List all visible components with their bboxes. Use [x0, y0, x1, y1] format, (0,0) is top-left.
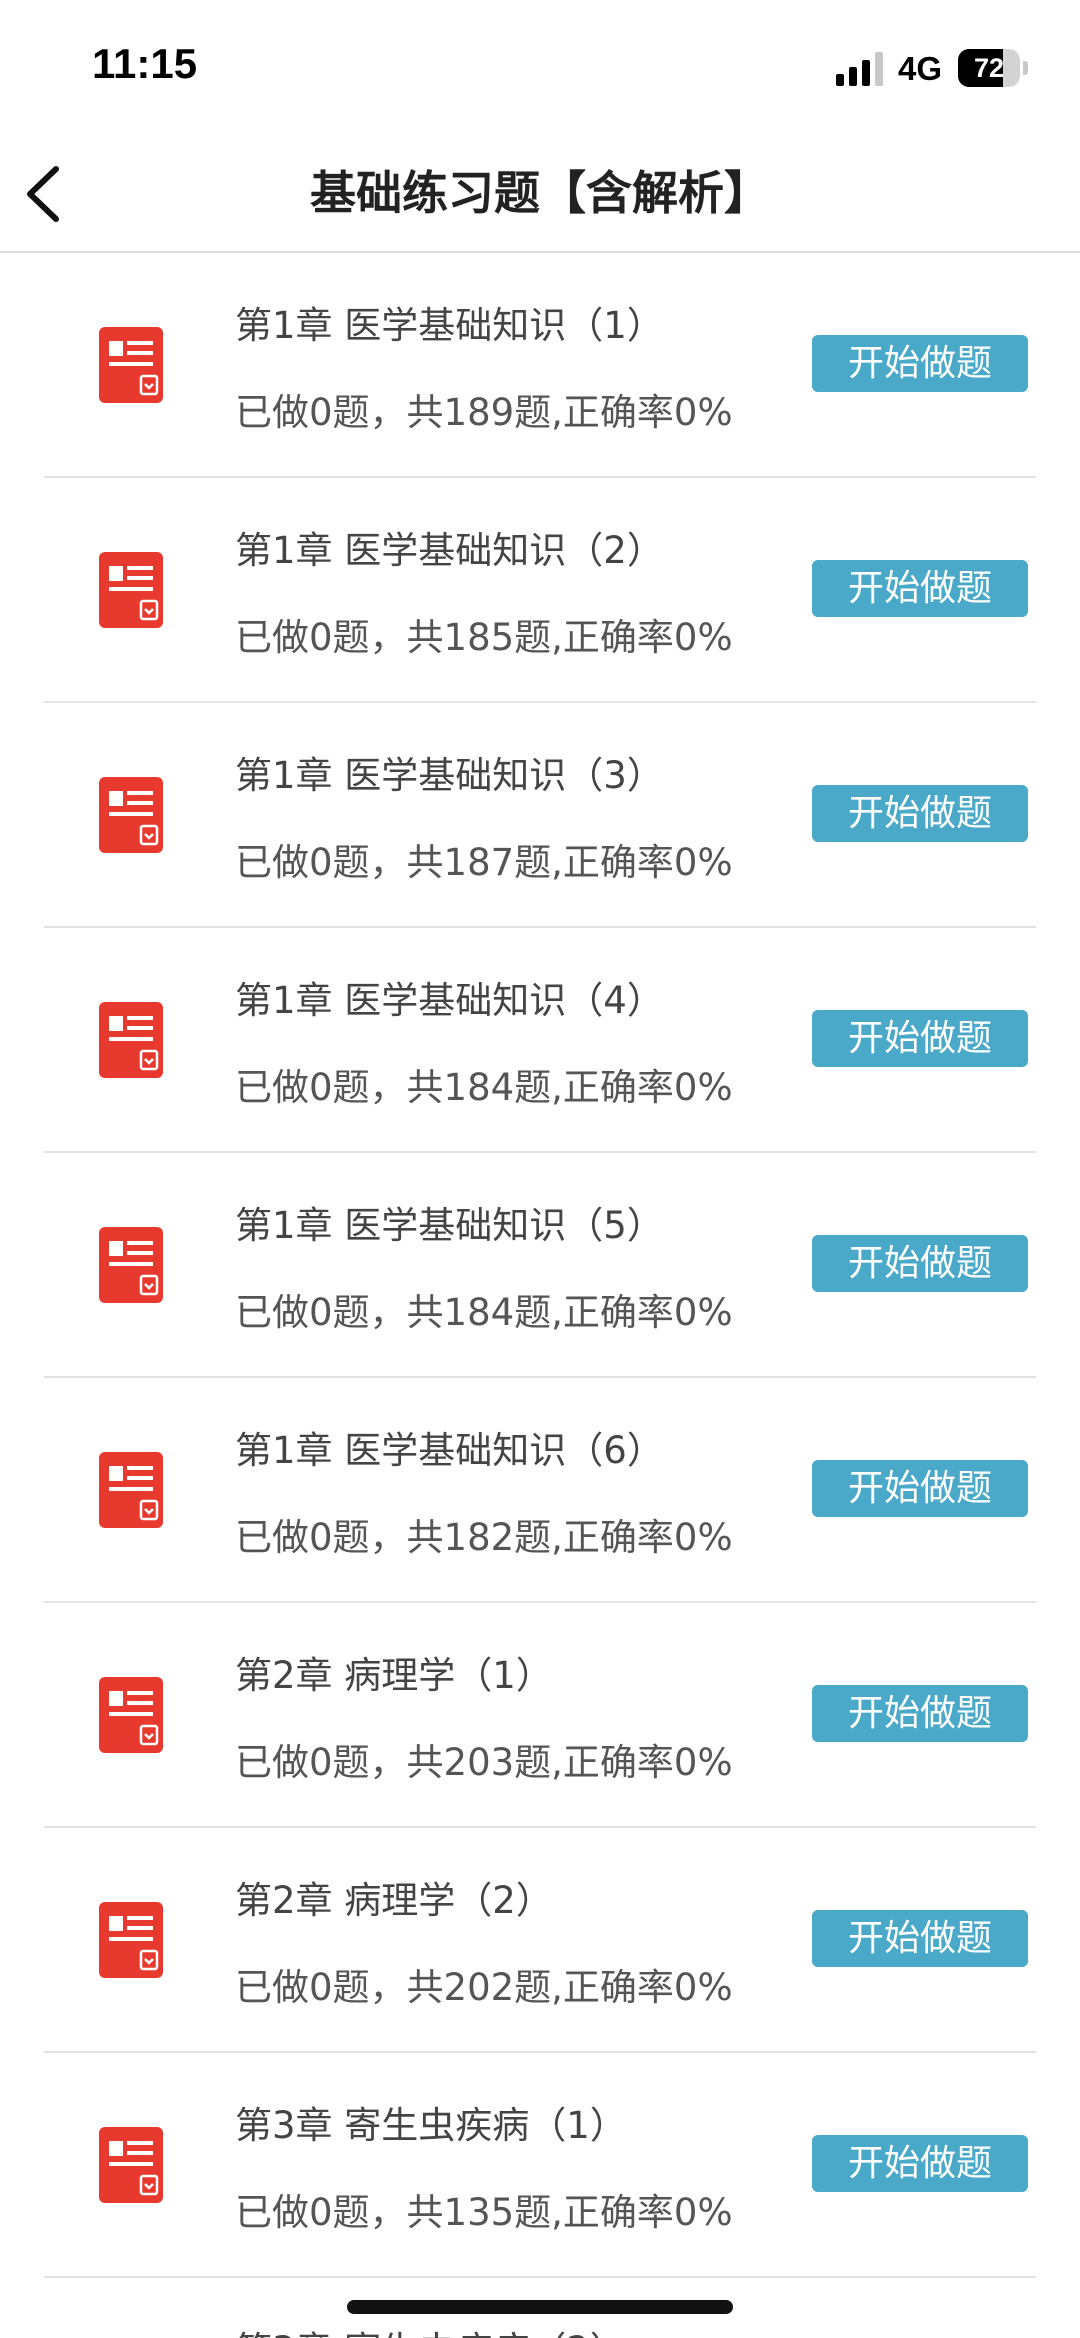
chapter-title: 第1章 医学基础知识（3） — [235, 754, 664, 797]
list-item[interactable]: 第1章 医学基础知识（3） 已做0题，共187题,正确率0% 开始做题 — [44, 703, 1036, 928]
home-indicator[interactable] — [347, 2300, 733, 2314]
start-practice-button[interactable]: 开始做题 — [812, 1235, 1028, 1292]
back-arrow-icon[interactable] — [14, 157, 84, 231]
chapter-title: 第1章 医学基础知识（5） — [235, 1204, 664, 1247]
exercise-list: 第1章 医学基础知识（1） 已做0题，共189题,正确率0% 开始做题 第1章 … — [0, 253, 1080, 2338]
list-item[interactable]: 第2章 病理学（1） 已做0题，共203题,正确率0% 开始做题 — [44, 1603, 1036, 1828]
chapter-title: 第3章 寄生虫疾病（2） — [235, 2320, 627, 2338]
exercise-document-icon — [99, 777, 163, 853]
progress-text: 已做0题，共184题,正确率0% — [235, 1291, 733, 1334]
start-practice-button[interactable]: 开始做题 — [812, 560, 1028, 617]
chapter-title: 第1章 医学基础知识（4） — [235, 979, 664, 1022]
list-item[interactable]: 第1章 医学基础知识（5） 已做0题，共184题,正确率0% 开始做题 — [44, 1153, 1036, 1378]
status-time: 11:15 — [92, 40, 198, 87]
start-practice-button[interactable]: 开始做题 — [812, 1910, 1028, 1967]
start-practice-button[interactable]: 开始做题 — [812, 2135, 1028, 2192]
progress-text: 已做0题，共185题,正确率0% — [235, 616, 733, 659]
chapter-title: 第1章 医学基础知识（1） — [235, 304, 664, 347]
exercise-document-icon — [99, 1452, 163, 1528]
start-practice-button[interactable]: 开始做题 — [812, 1010, 1028, 1067]
list-item[interactable]: 第1章 医学基础知识（4） 已做0题，共184题,正确率0% 开始做题 — [44, 928, 1036, 1153]
status-bar: 11:15 4G 72 — [0, 0, 1080, 135]
exercise-document-icon — [99, 1002, 163, 1078]
chapter-title: 第2章 病理学（1） — [235, 1654, 553, 1697]
exercise-document-icon — [99, 552, 163, 628]
chapter-title: 第1章 医学基础知识（2） — [235, 529, 664, 572]
network-type: 4G — [898, 50, 943, 87]
exercise-document-icon — [99, 1902, 163, 1978]
exercise-document-icon — [99, 327, 163, 403]
start-practice-button[interactable]: 开始做题 — [812, 1685, 1028, 1742]
progress-text: 已做0题，共187题,正确率0% — [235, 841, 733, 884]
list-item[interactable]: 第1章 医学基础知识（1） 已做0题，共189题,正确率0% 开始做题 — [44, 253, 1036, 478]
chapter-title: 第2章 病理学（2） — [235, 1879, 553, 1922]
progress-text: 已做0题，共135题,正确率0% — [235, 2191, 733, 2234]
page-title: 基础练习题【含解析】 — [310, 166, 770, 220]
list-item[interactable]: 第1章 医学基础知识（2） 已做0题，共185题,正确率0% 开始做题 — [44, 478, 1036, 703]
chapter-title: 第1章 医学基础知识（6） — [235, 1429, 664, 1472]
progress-text: 已做0题，共189题,正确率0% — [235, 391, 733, 434]
cellular-signal-icon — [836, 52, 883, 86]
progress-text: 已做0题，共203题,正确率0% — [235, 1741, 733, 1784]
start-practice-button[interactable]: 开始做题 — [812, 785, 1028, 842]
exercise-document-icon — [99, 1227, 163, 1303]
battery-icon: 72 — [958, 49, 1028, 87]
list-item[interactable]: 第1章 医学基础知识（6） 已做0题，共182题,正确率0% 开始做题 — [44, 1378, 1036, 1603]
list-item[interactable]: 第2章 病理学（2） 已做0题，共202题,正确率0% 开始做题 — [44, 1828, 1036, 2053]
battery-level: 72 — [973, 53, 1005, 83]
progress-text: 已做0题，共182题,正确率0% — [235, 1516, 733, 1559]
chapter-title: 第3章 寄生虫疾病（1） — [235, 2104, 627, 2147]
start-practice-button[interactable]: 开始做题 — [812, 1460, 1028, 1517]
progress-text: 已做0题，共202题,正确率0% — [235, 1966, 733, 2009]
exercise-document-icon — [99, 2127, 163, 2203]
navigation-bar: 基础练习题【含解析】 — [0, 135, 1080, 253]
exercise-document-icon — [99, 1677, 163, 1753]
progress-text: 已做0题，共184题,正确率0% — [235, 1066, 733, 1109]
list-item[interactable]: 第3章 寄生虫疾病（1） 已做0题，共135题,正确率0% 开始做题 — [44, 2053, 1036, 2278]
start-practice-button[interactable]: 开始做题 — [812, 335, 1028, 392]
